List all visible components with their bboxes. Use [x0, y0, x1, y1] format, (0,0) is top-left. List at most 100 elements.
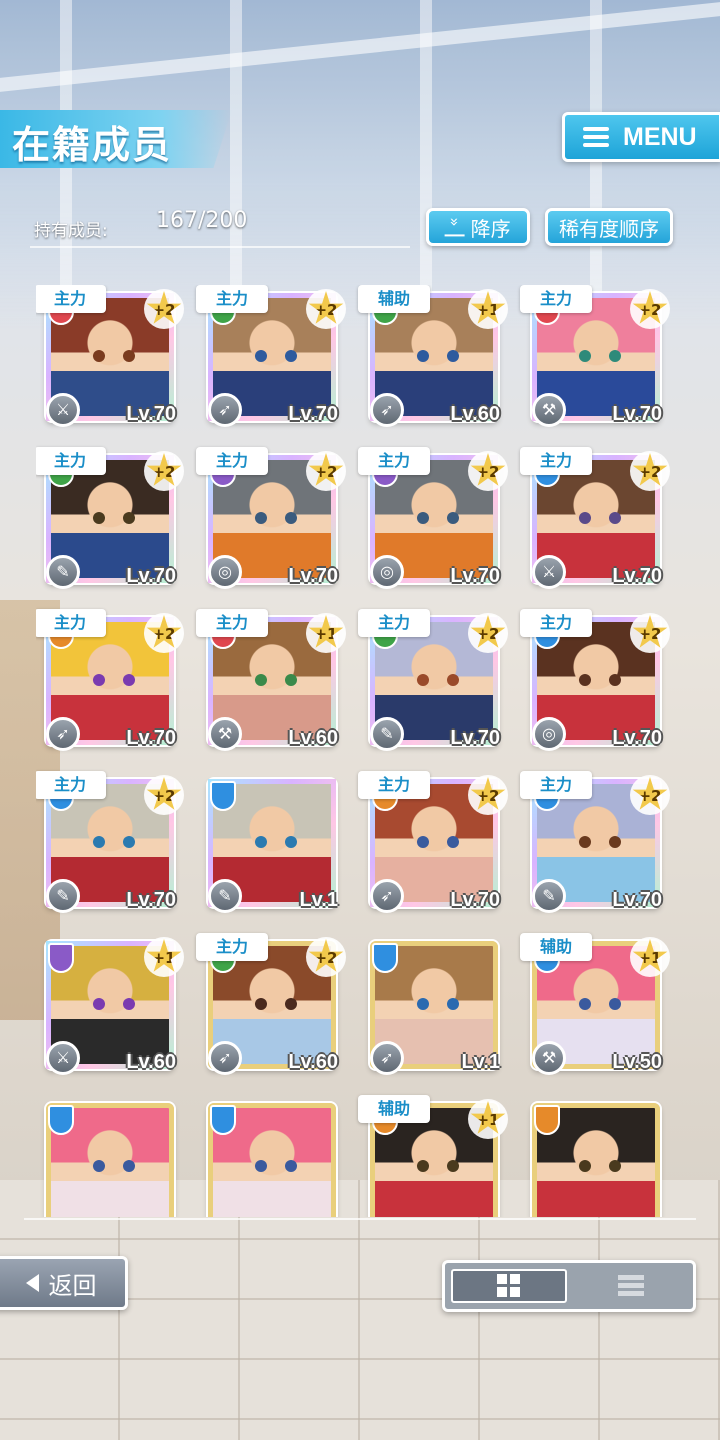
sort-order-label: 降序 — [470, 216, 511, 241]
role-badge: 主力 — [36, 285, 106, 313]
member-card[interactable]: 主力 +2 ✎ Lv.70 — [36, 771, 184, 913]
member-card[interactable]: 辅助 +1 — [358, 1095, 508, 1217]
owned-members-count: 167/200 — [156, 208, 248, 233]
weapon-type-icon: ➶ — [208, 393, 242, 427]
card-level: Lv.1 — [299, 889, 338, 911]
card-level: Lv.60 — [126, 1051, 176, 1073]
menu-label: MENU — [623, 122, 697, 151]
list-view-button[interactable] — [573, 1269, 689, 1303]
member-card[interactable]: 主力 +2 ✎ Lv.70 — [358, 609, 508, 751]
header-divider — [30, 246, 410, 248]
card-level: Lv.50 — [612, 1051, 662, 1073]
role-badge: 主力 — [520, 285, 592, 313]
weapon-type-icon: ✎ — [208, 879, 242, 913]
attribute-shield-icon — [210, 781, 236, 811]
back-button[interactable]: 返回 — [0, 1256, 128, 1310]
card-level: Lv.70 — [126, 889, 176, 911]
weapon-type-icon: ◎ — [532, 717, 566, 751]
role-badge: 主力 — [36, 447, 106, 475]
member-card[interactable]: ✎ Lv.1 — [198, 771, 338, 913]
weapon-type-icon: ✎ — [370, 717, 404, 751]
grid-divider — [24, 1218, 696, 1220]
member-card[interactable]: 主力 +2 ⚒ Lv.70 — [520, 285, 670, 427]
weapon-type-icon: ➶ — [370, 879, 404, 913]
member-card-grid[interactable]: 主力 +2 ⚔ Lv.70 主力 +2 ➶ Lv.70 辅助 +1 ➶ Lv.60 主力 +2 ⚒ Lv.70… — [36, 285, 686, 1217]
member-card[interactable]: 辅助 +1 ⚒ Lv.50 — [520, 933, 670, 1075]
weapon-type-icon: ⚔ — [46, 393, 80, 427]
grid-view-button[interactable] — [451, 1269, 567, 1303]
member-card[interactable]: 主力 +2 ◎ Lv.70 — [520, 609, 670, 751]
member-card[interactable]: 主力 +1 ⚒ Lv.60 — [196, 609, 346, 751]
back-label: 返回 — [48, 1271, 97, 1300]
card-level: Lv.70 — [126, 727, 176, 749]
card-level: Lv.70 — [450, 889, 500, 911]
member-card[interactable]: ➶ Lv.1 — [360, 933, 500, 1075]
sort-key-label: 稀有度顺序 — [559, 216, 659, 241]
role-badge: 主力 — [196, 447, 268, 475]
attribute-shield-icon — [210, 1105, 236, 1135]
attribute-shield-icon — [48, 1105, 74, 1135]
card-level: Lv.70 — [288, 565, 338, 587]
weapon-type-icon: ⚔ — [46, 1041, 80, 1075]
weapon-type-icon: ⚒ — [532, 1041, 566, 1075]
card-level: Lv.70 — [126, 565, 176, 587]
role-badge: 主力 — [36, 609, 106, 637]
hamburger-icon — [583, 127, 609, 147]
role-badge: 主力 — [520, 771, 592, 799]
owned-members-label: 持有成员: — [34, 221, 108, 241]
member-card[interactable]: +1 ⚔ Lv.60 — [36, 933, 184, 1075]
view-toggle — [442, 1260, 696, 1312]
card-level: Lv.60 — [450, 403, 500, 425]
role-badge: 辅助 — [520, 933, 592, 961]
member-card[interactable] — [36, 1095, 176, 1217]
card-level: Lv.60 — [288, 727, 338, 749]
card-level: Lv.70 — [612, 889, 662, 911]
weapon-type-icon: ⚒ — [208, 717, 242, 751]
card-level: Lv.70 — [612, 565, 662, 587]
weapon-type-icon: ◎ — [370, 555, 404, 589]
role-badge: 辅助 — [358, 1095, 430, 1123]
member-card[interactable]: 主力 +2 ➶ Lv.60 — [196, 933, 346, 1075]
card-level: Lv.70 — [288, 403, 338, 425]
card-level: Lv.70 — [126, 403, 176, 425]
weapon-type-icon: ➶ — [46, 717, 80, 751]
card-level: Lv.70 — [612, 727, 662, 749]
sort-key-button[interactable]: 稀有度顺序 — [545, 208, 673, 246]
member-card[interactable] — [198, 1095, 338, 1217]
triangle-left-icon — [25, 1274, 39, 1292]
role-badge: 主力 — [358, 447, 430, 475]
member-card[interactable]: 主力 +2 ➶ Lv.70 — [358, 771, 508, 913]
member-card[interactable]: 主力 +2 ◎ Lv.70 — [358, 447, 508, 589]
weapon-type-icon: ✎ — [532, 879, 566, 913]
card-level: Lv.70 — [450, 565, 500, 587]
double-chevron-down-icon: » — [445, 217, 465, 237]
member-card[interactable]: 主力 +2 ➶ Lv.70 — [36, 609, 184, 751]
weapon-type-icon: ➶ — [370, 1041, 404, 1075]
member-card[interactable]: 主力 +2 ✎ Lv.70 — [520, 771, 670, 913]
page-title: 在籍成员 — [12, 123, 173, 167]
role-badge: 主力 — [358, 771, 430, 799]
weapon-type-icon: ⚔ — [532, 555, 566, 589]
member-card[interactable]: 主力 +2 ◎ Lv.70 — [196, 447, 346, 589]
grid-view-icon — [497, 1274, 521, 1298]
role-badge: 主力 — [36, 771, 106, 799]
weapon-type-icon: ➶ — [370, 393, 404, 427]
card-level: Lv.70 — [612, 403, 662, 425]
member-card[interactable]: 主力 +2 ⚔ Lv.70 — [36, 285, 184, 427]
weapon-type-icon: ◎ — [208, 555, 242, 589]
attribute-shield-icon — [372, 943, 398, 973]
role-badge: 主力 — [520, 447, 592, 475]
member-card[interactable]: 主力 +2 ➶ Lv.70 — [196, 285, 346, 427]
role-badge: 主力 — [196, 285, 268, 313]
member-card[interactable]: 主力 +2 ⚔ Lv.70 — [520, 447, 670, 589]
weapon-type-icon: ✎ — [46, 879, 80, 913]
card-level: Lv.70 — [450, 727, 500, 749]
role-badge: 辅助 — [358, 285, 430, 313]
member-card[interactable]: 主力 +2 ✎ Lv.70 — [36, 447, 184, 589]
menu-button[interactable]: MENU — [562, 112, 720, 162]
weapon-type-icon: ⚒ — [532, 393, 566, 427]
weapon-type-icon: ✎ — [46, 555, 80, 589]
sort-order-button[interactable]: » 降序 — [426, 208, 530, 246]
member-card[interactable] — [522, 1095, 662, 1217]
member-card[interactable]: 辅助 +1 ➶ Lv.60 — [358, 285, 508, 427]
